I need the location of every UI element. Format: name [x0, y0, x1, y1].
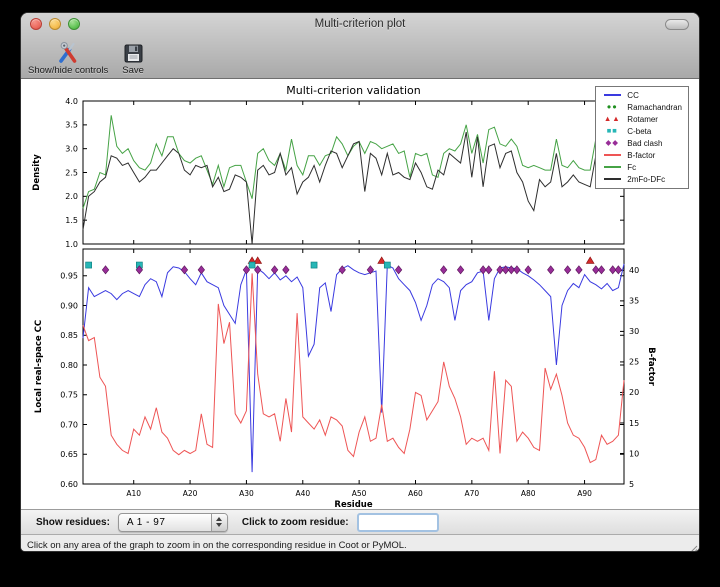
bad-clash-marker[interactable] — [514, 266, 520, 274]
top-plot-area[interactable] — [83, 101, 624, 244]
window-chrome: Multi-criterion plot Show/hide controls — [21, 13, 699, 79]
status-bar: Click on any area of the graph to zoom i… — [21, 534, 699, 552]
c-beta-marker[interactable] — [86, 262, 92, 268]
legend-entry-2mfo-dfc: 2mFo-DFc — [600, 174, 682, 185]
y2-tick-label: 25 — [629, 358, 639, 367]
bad-clash-marker[interactable] — [598, 266, 604, 274]
bad-clash-marker[interactable] — [367, 266, 373, 274]
c-beta-marker[interactable] — [384, 262, 390, 268]
controls-bar: Show residues: A 1 - 97 Click to zoom re… — [21, 509, 699, 534]
y-tick-label: 0.80 — [60, 361, 78, 370]
show-hide-controls-button[interactable]: Show/hide controls — [28, 40, 108, 76]
title-bar: Multi-criterion plot — [21, 13, 699, 35]
y-tick-label: 0.65 — [60, 450, 78, 459]
y-tick-label: 3.5 — [65, 121, 78, 130]
bad-clash-marker[interactable] — [102, 266, 108, 274]
zoom-residue-input[interactable] — [357, 513, 439, 532]
bad-clash-marker[interactable] — [440, 266, 446, 274]
legend-entry-fc: Fc — [600, 162, 682, 173]
legend-entry-cc: CC — [600, 90, 682, 101]
bad-clash-marker[interactable] — [564, 266, 570, 274]
toolbar-toggle-button[interactable] — [665, 19, 689, 30]
y2-tick-label: 40 — [629, 266, 639, 275]
x-tick-label: A30 — [239, 489, 254, 498]
x-tick-label: A80 — [521, 489, 536, 498]
bad-clash-marker[interactable] — [395, 266, 401, 274]
zoom-residue-label: Click to zoom residue: — [242, 517, 349, 528]
stepper-arrows-icon — [211, 514, 227, 531]
y-tick-label: 3.0 — [65, 144, 78, 153]
status-text: Click on any area of the graph to zoom i… — [27, 540, 407, 551]
bad-clash-marker[interactable] — [486, 266, 492, 274]
x-tick-label: A10 — [126, 489, 141, 498]
y-tick-label: 4.0 — [65, 97, 78, 106]
bad-clash-marker[interactable] — [271, 266, 277, 274]
legend-entry-bad-clash: ◆◆Bad clash — [600, 138, 682, 149]
tools-icon — [56, 40, 80, 64]
chart-legend: CC●●Ramachandran▲▲Rotamer■■C-beta◆◆Bad c… — [595, 86, 689, 189]
show-residues-value: A 1 - 97 — [119, 514, 211, 531]
show-hide-controls-label: Show/hide controls — [28, 65, 108, 76]
save-label: Save — [122, 65, 144, 76]
legend-entry-c-beta: ■■C-beta — [600, 126, 682, 137]
x-tick-label: A60 — [408, 489, 423, 498]
y-tick-label: 0.85 — [60, 331, 78, 340]
bad-clash-marker[interactable] — [181, 266, 187, 274]
bad-clash-marker[interactable] — [576, 266, 582, 274]
window-title: Multi-criterion plot — [21, 18, 699, 30]
bfactor-axis-label: B-factor — [646, 347, 656, 386]
residue-axis-label: Residue — [334, 500, 372, 509]
cc-axis-label: Local real-space CC — [34, 320, 44, 413]
y-tick-label: 1.5 — [65, 216, 78, 225]
rotamer-marker[interactable] — [586, 257, 594, 263]
y2-tick-label: 10 — [629, 449, 639, 458]
toolbar: Show/hide controls Save — [21, 35, 699, 78]
y-tick-label: 0.95 — [60, 272, 78, 281]
x-tick-label: A50 — [352, 489, 367, 498]
bottom-plot-area[interactable] — [83, 249, 624, 484]
c-beta-marker[interactable] — [249, 262, 255, 268]
y2-tick-label: 35 — [629, 297, 639, 306]
bad-clash-marker[interactable] — [525, 266, 531, 274]
y-tick-label: 2.0 — [65, 192, 78, 201]
y-tick-label: 1.0 — [65, 240, 78, 249]
minimize-button[interactable] — [49, 18, 61, 30]
y2-tick-label: 5 — [629, 480, 634, 489]
x-tick-label: A20 — [183, 489, 198, 498]
save-icon — [123, 40, 144, 64]
chart-title: Multi-criterion validation — [286, 84, 421, 97]
save-button[interactable]: Save — [122, 40, 144, 76]
y-tick-label: 0.75 — [60, 391, 78, 400]
bad-clash-marker[interactable] — [548, 266, 554, 274]
density-axis-label: Density — [32, 154, 42, 191]
resize-grip[interactable] — [686, 543, 698, 552]
y-tick-label: 0.60 — [60, 480, 78, 489]
y2-tick-label: 15 — [629, 419, 639, 428]
bad-clash-marker[interactable] — [243, 266, 249, 274]
y2-tick-label: 30 — [629, 327, 639, 336]
legend-entry-rotamer: ▲▲Rotamer — [600, 114, 682, 125]
y2-tick-label: 20 — [629, 388, 639, 397]
c-beta-marker[interactable] — [311, 262, 317, 268]
y-tick-label: 2.5 — [65, 168, 78, 177]
close-button[interactable] — [30, 18, 42, 30]
window: Multi-criterion plot Show/hide controls — [20, 12, 700, 552]
plot-figure: Multi-criterion validation 1.0 1.5 2.0 2.5 3.… — [21, 79, 700, 509]
y-tick-label: 0.70 — [60, 420, 78, 429]
y-tick-label: 0.90 — [60, 301, 78, 310]
show-residues-select[interactable]: A 1 - 97 — [118, 513, 228, 532]
x-tick-label: A40 — [295, 489, 310, 498]
bad-clash-marker[interactable] — [254, 266, 260, 274]
bad-clash-marker[interactable] — [457, 266, 463, 274]
x-tick-label: A70 — [465, 489, 480, 498]
bad-clash-marker[interactable] — [283, 266, 289, 274]
zoom-button[interactable] — [68, 18, 80, 30]
legend-entry-ramachandran: ●●Ramachandran — [600, 102, 682, 113]
bad-clash-marker[interactable] — [615, 266, 621, 274]
legend-entry-b-factor: B-factor — [600, 150, 682, 161]
bad-clash-marker[interactable] — [198, 266, 204, 274]
show-residues-label: Show residues: — [36, 517, 110, 528]
x-tick-label: A90 — [577, 489, 592, 498]
